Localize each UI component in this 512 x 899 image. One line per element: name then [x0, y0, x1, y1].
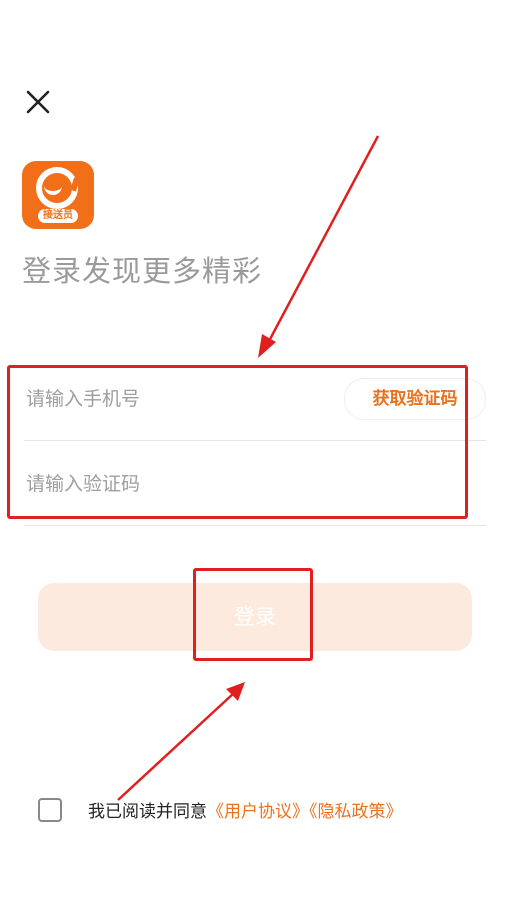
annotation-arrow-bottom	[117, 692, 235, 801]
close-button[interactable]	[22, 86, 54, 118]
page-title: 登录发现更多精彩	[22, 254, 263, 288]
app-logo-badge: 接送员	[38, 209, 78, 223]
annotation-box-inputs	[7, 365, 468, 519]
annotation-box-login	[193, 568, 313, 661]
annotation-arrow-top	[266, 135, 380, 344]
user-agreement-link[interactable]: 《用户协议》	[207, 802, 309, 822]
app-logo: 接送员	[22, 161, 94, 229]
agreement-prefix: 我已阅读并同意	[88, 802, 207, 822]
privacy-policy-link[interactable]: 《隐私政策》	[309, 802, 403, 822]
annotation-arrowhead-bottom	[226, 682, 245, 701]
close-icon	[26, 90, 50, 114]
annotation-arrowhead-top	[258, 334, 276, 358]
agreement-checkbox[interactable]	[38, 798, 62, 822]
agreement-text: 我已阅读并同意《用户协议》《隐私政策》	[88, 797, 403, 822]
